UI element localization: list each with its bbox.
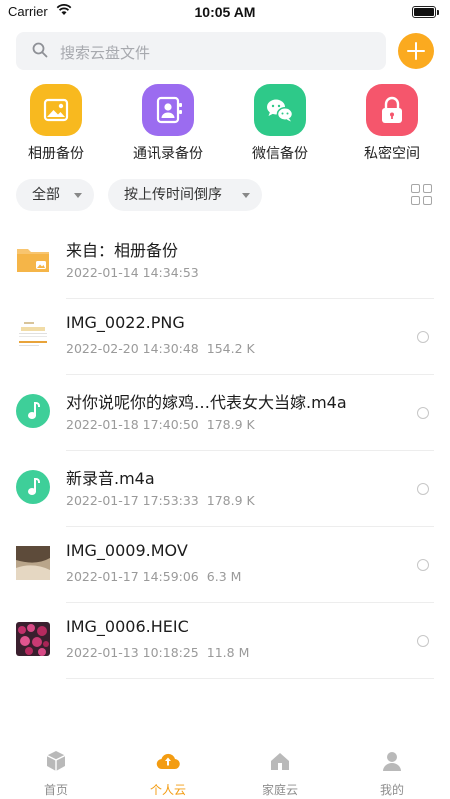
photo-album-icon <box>30 84 82 136</box>
file-meta: 2022-01-14 14:34:53 <box>66 265 199 280</box>
list-item[interactable]: IMG_0006.HEIC 2022-01-13 10:18:25 11.8 M <box>0 603 450 679</box>
grid-view-icon[interactable] <box>411 184 433 206</box>
file-name: IMG_0022.PNG <box>66 313 185 332</box>
list-item[interactable]: 新录音.m4a 2022-01-17 17:53:33 178.9 K <box>0 451 450 527</box>
search-input[interactable]: 搜索云盘文件 <box>60 42 150 63</box>
tab-label: 我的 <box>379 783 404 797</box>
sort-label: 按上传时间倒序 <box>124 187 222 203</box>
file-date: 2022-01-17 17:53:33 <box>66 493 199 508</box>
list-item[interactable]: 对你说呢你的嫁鸡…代表女大当嫁.m4a 2022-01-18 17:40:50 1… <box>0 375 450 451</box>
file-name: IMG_0009.MOV <box>66 541 188 560</box>
file-meta: 2022-02-20 14:30:48 154.2 K <box>66 341 255 356</box>
shortcut-contacts-backup[interactable]: 通讯录备份 <box>112 84 224 163</box>
list-item[interactable]: IMG_0009.MOV 2022-01-17 14:59:06 6.3 M <box>0 527 450 603</box>
file-date: 2022-01-17 14:59:06 <box>66 569 199 584</box>
photo-thumbnail <box>16 622 50 656</box>
personal-cloud-icon <box>156 753 180 770</box>
file-list: 来自：相册备份 2022-01-14 14:34:53 IMG_0022.PNG… <box>0 223 450 679</box>
image-thumbnail <box>16 318 50 352</box>
file-size: 178.9 K <box>206 417 255 432</box>
select-radio[interactable] <box>417 407 429 419</box>
file-date: 2022-02-20 14:30:48 <box>66 341 199 356</box>
backup-shortcuts: 相册备份 通讯录备份 微信备份 私密空间 <box>0 84 450 164</box>
shortcut-label: 微信备份 <box>252 146 308 162</box>
tab-personal-cloud[interactable]: 个人云 <box>112 750 224 798</box>
file-meta: 2022-01-18 17:40:50 178.9 K <box>66 417 255 432</box>
tab-label: 家庭云 <box>261 783 298 797</box>
file-name: 来自：相册备份 <box>66 241 179 260</box>
tab-profile[interactable]: 我的 <box>336 750 448 798</box>
caret-down-icon <box>242 193 250 198</box>
shortcut-label: 私密空间 <box>364 146 420 162</box>
profile-icon <box>383 752 401 771</box>
wechat-icon <box>254 84 306 136</box>
file-meta: 2022-01-17 17:53:33 178.9 K <box>66 493 255 508</box>
shortcut-private-space[interactable]: 私密空间 <box>336 84 448 163</box>
shortcut-label: 相册备份 <box>28 146 84 162</box>
video-thumbnail <box>16 546 50 580</box>
file-size: 178.9 K <box>206 493 255 508</box>
status-time: 10:05 AM <box>194 4 256 20</box>
tab-home[interactable]: 首页 <box>0 750 112 798</box>
add-button[interactable] <box>398 33 434 69</box>
file-name: 对你说呢你的嫁鸡…代表女大当嫁.m4a <box>66 393 347 412</box>
shortcut-photo-backup[interactable]: 相册备份 <box>0 84 112 163</box>
tab-label: 首页 <box>43 783 68 797</box>
select-radio[interactable] <box>417 635 429 647</box>
select-radio[interactable] <box>417 483 429 495</box>
scope-filter-dropdown[interactable]: 全部 <box>16 179 94 211</box>
file-date: 2022-01-13 10:18:25 <box>66 645 199 660</box>
status-bar: Carrier 10:05 AM <box>0 0 450 26</box>
battery-icon <box>412 6 439 18</box>
caret-down-icon <box>74 193 82 198</box>
shortcut-wechat-backup[interactable]: 微信备份 <box>224 84 336 163</box>
home-cube-icon <box>46 751 66 771</box>
file-name: 新录音.m4a <box>66 469 155 488</box>
file-name: IMG_0006.HEIC <box>66 617 189 636</box>
file-size: 6.3 M <box>206 569 242 584</box>
select-radio[interactable] <box>417 559 429 571</box>
contacts-icon <box>142 84 194 136</box>
file-meta: 2022-01-13 10:18:25 11.8 M <box>66 645 249 660</box>
search-icon <box>32 42 48 58</box>
file-meta: 2022-01-17 14:59:06 6.3 M <box>66 569 241 584</box>
file-size: 11.8 M <box>206 645 250 660</box>
folder-icon <box>17 249 49 272</box>
list-item[interactable]: IMG_0022.PNG 2022-02-20 14:30:48 154.2 K <box>0 299 450 375</box>
sort-dropdown[interactable]: 按上传时间倒序 <box>108 179 262 211</box>
file-date: 2022-01-18 17:40:50 <box>66 417 199 432</box>
music-note-icon <box>16 394 50 428</box>
search-bar[interactable]: 搜索云盘文件 <box>16 32 386 70</box>
lock-icon <box>366 84 418 136</box>
bottom-tab-bar: 首页 个人云 家庭云 我的 <box>0 743 450 799</box>
list-item[interactable]: 来自：相册备份 2022-01-14 14:34:53 <box>0 223 450 299</box>
select-radio[interactable] <box>417 331 429 343</box>
filter-bar: 全部 按上传时间倒序 <box>0 179 450 211</box>
family-cloud-icon <box>271 753 289 770</box>
tab-family-cloud[interactable]: 家庭云 <box>224 750 336 798</box>
shortcut-label: 通讯录备份 <box>133 146 203 162</box>
file-date: 2022-01-14 14:34:53 <box>66 265 199 280</box>
file-size: 154.2 K <box>206 341 255 356</box>
scope-filter-label: 全部 <box>32 187 60 203</box>
music-note-icon <box>16 470 50 504</box>
tab-label: 个人云 <box>149 783 186 797</box>
